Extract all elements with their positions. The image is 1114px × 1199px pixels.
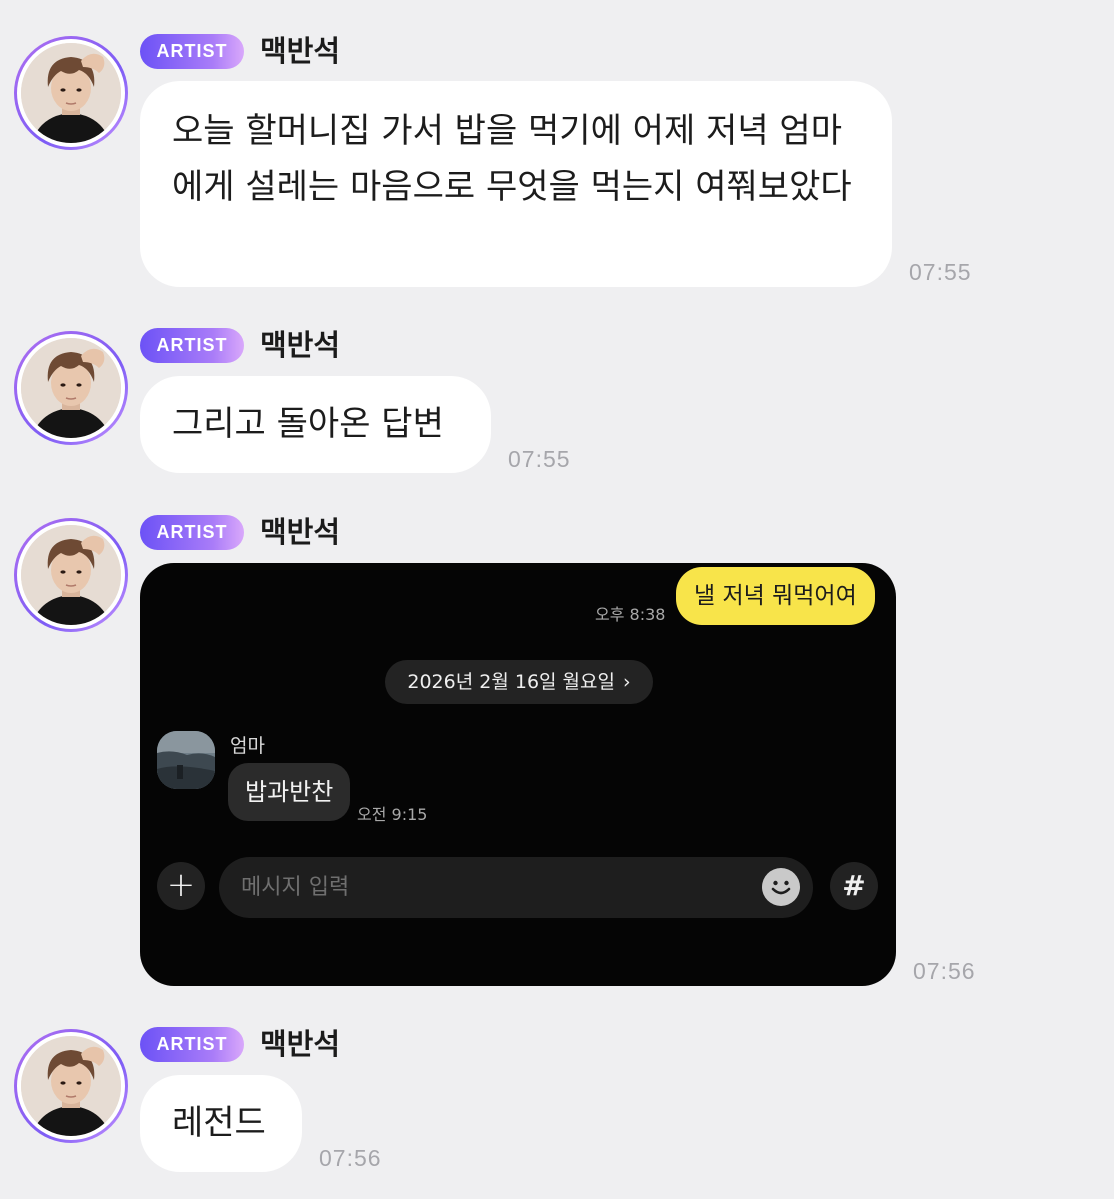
message-input-field: 메시지 입력	[219, 857, 813, 918]
artist-badge: ARTIST	[140, 328, 244, 363]
sender-name: 맥반석	[260, 328, 341, 362]
message-bubble[interactable]: 레전드	[140, 1075, 302, 1172]
sender-name: 맥반석	[260, 515, 341, 549]
contact-avatar-photo	[157, 731, 215, 789]
date-divider: 2026년 2월 16일 월요일 ›	[385, 660, 653, 704]
avatar-photo	[21, 1036, 121, 1136]
artist-badge: ARTIST	[140, 1027, 244, 1062]
message-time: 07:56	[913, 958, 976, 984]
message-time: 07:55	[508, 446, 571, 472]
artist-avatar[interactable]	[14, 36, 128, 150]
hash-icon: #	[830, 862, 878, 910]
message-bubble[interactable]: 그리고 돌아온 답변	[140, 376, 491, 473]
contact-avatar	[157, 731, 215, 789]
contact-name: 엄마	[230, 735, 265, 757]
sent-message-bubble: 낼 저녁 뭐먹어여	[676, 567, 875, 625]
artist-avatar[interactable]	[14, 518, 128, 632]
sender-name: 맥반석	[260, 34, 341, 68]
artist-avatar[interactable]	[14, 1029, 128, 1143]
smiley-icon	[762, 868, 800, 906]
artist-badge: ARTIST	[140, 34, 244, 69]
avatar-photo	[21, 338, 121, 438]
message-time: 07:55	[909, 259, 972, 285]
sender-name: 맥반석	[260, 1027, 341, 1061]
message-bubble[interactable]: 오늘 할머니집 가서 밥을 먹기에 어제 저녁 엄마에게 설레는 마음으로 무엇…	[140, 81, 892, 287]
sent-message-time: 오후 8:38	[595, 605, 666, 624]
avatar-photo	[21, 525, 121, 625]
plus-icon: +	[157, 862, 205, 910]
chevron-right-icon: ›	[623, 671, 631, 693]
artist-badge: ARTIST	[140, 515, 244, 550]
received-message-time: 오전 9:15	[357, 805, 428, 824]
avatar-photo	[21, 43, 121, 143]
message-time: 07:56	[319, 1145, 382, 1171]
received-message-bubble: 밥과반찬	[228, 763, 351, 821]
date-divider-label: 2026년 2월 16일 월요일	[407, 671, 615, 693]
artist-avatar[interactable]	[14, 331, 128, 445]
chat-screenshot-image[interactable]: 오후 8:38 낼 저녁 뭐먹어여 2026년 2월 16일 월요일 › 엄마 밥…	[140, 563, 896, 986]
